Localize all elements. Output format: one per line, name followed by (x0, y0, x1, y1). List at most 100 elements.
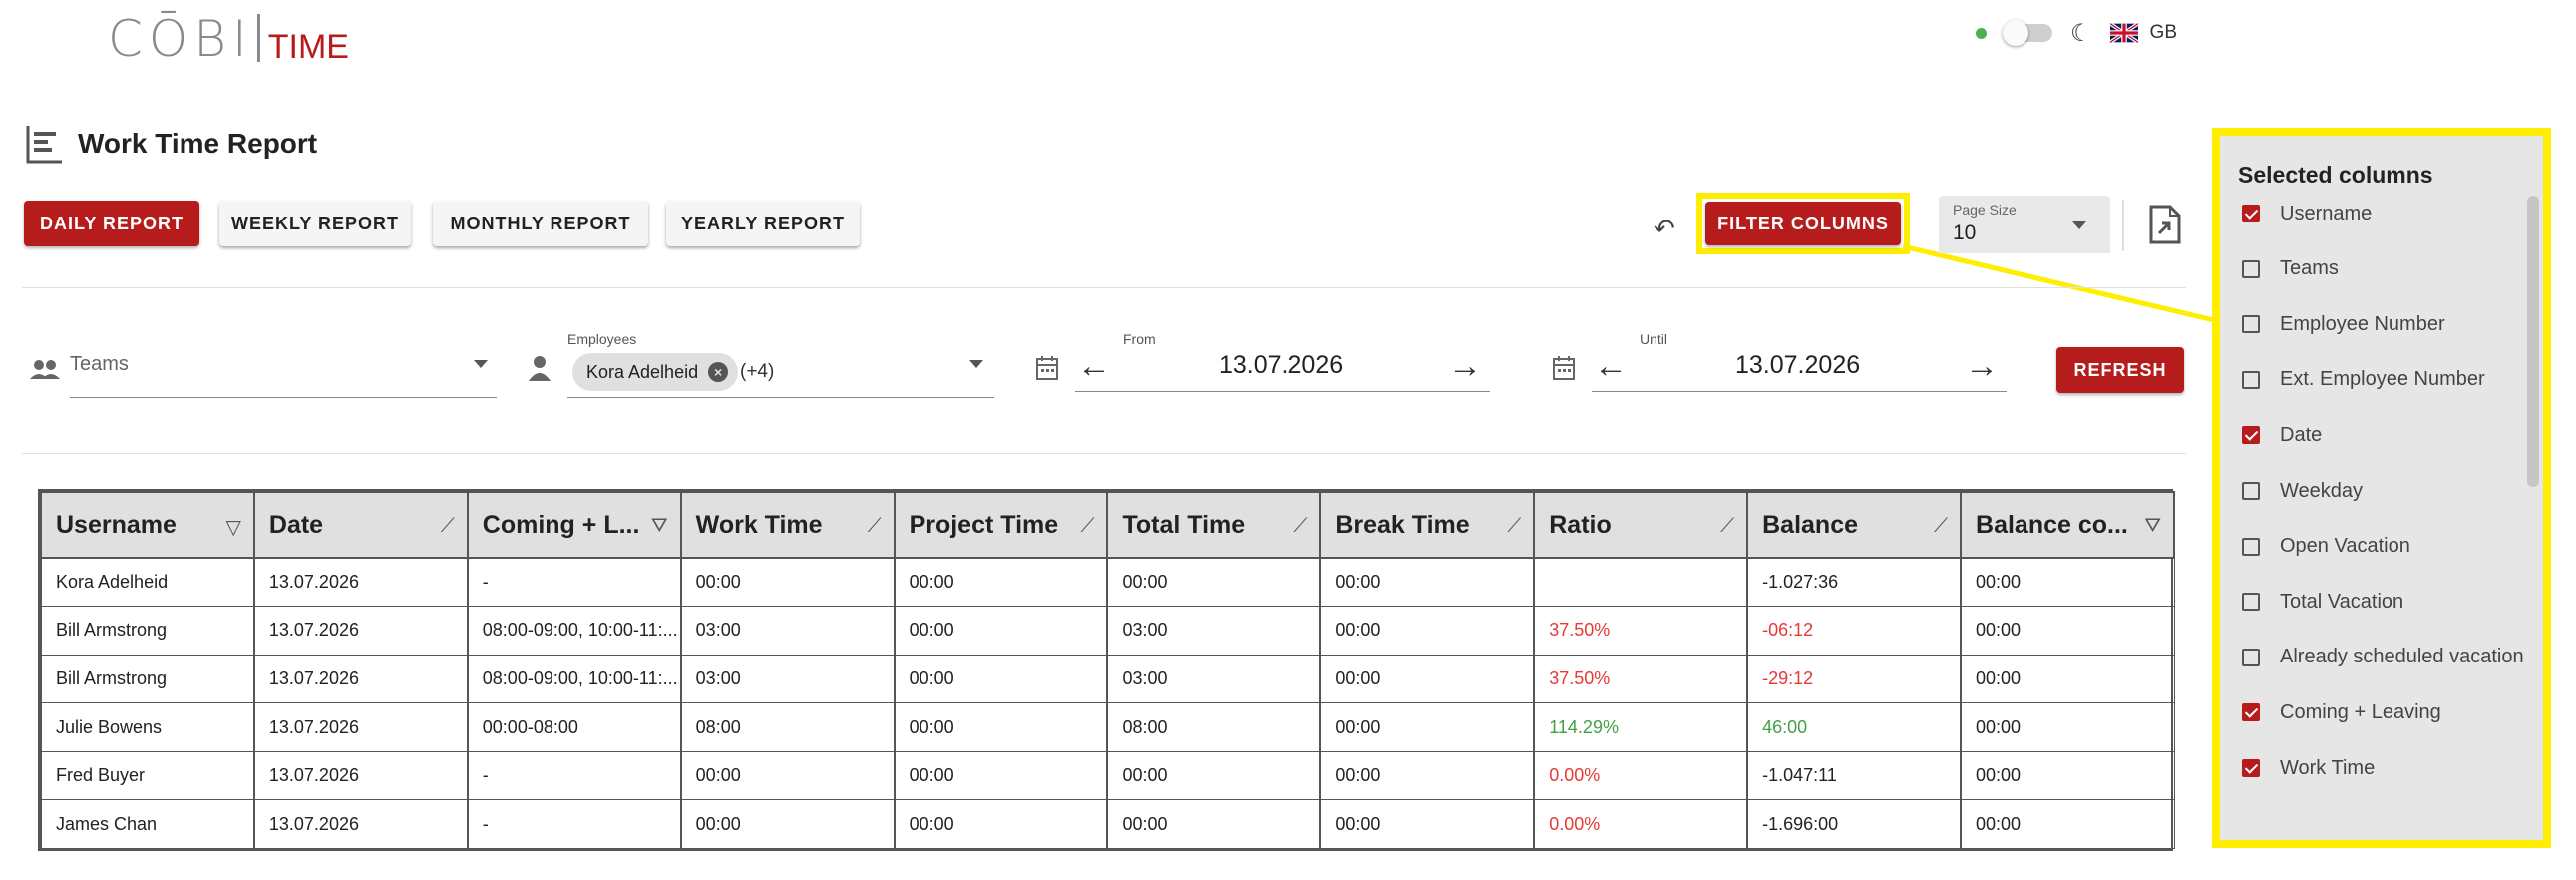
table-cell: -1.047:11 (1746, 750, 1962, 801)
uk-flag-icon[interactable] (2109, 23, 2138, 43)
table-cell: 13.07.2026 (252, 606, 469, 656)
table-cell: - (466, 750, 682, 801)
teams-select[interactable]: Teams (70, 353, 129, 376)
table-row[interactable]: Kora Adelheid 13.07.2026-00:00 00:00 00:00 0… (40, 557, 2175, 608)
checkbox-unchecked-icon[interactable] (2242, 537, 2260, 556)
app-logo[interactable]: CŌBI TIME (108, 8, 349, 64)
until-prev-arrow-icon[interactable]: ← (1594, 349, 1628, 383)
trend-icon[interactable]: ⟋ (1080, 515, 1094, 538)
trend-icon[interactable]: ⟋ (1293, 515, 1307, 538)
col-header-project-time[interactable]: Project Time ⟋ (893, 491, 1109, 559)
filter-columns-button[interactable]: FILTER COLUMNS (1705, 202, 1901, 245)
refresh-button[interactable]: REFRESH (2056, 347, 2184, 393)
trend-icon[interactable]: ⟋ (1720, 515, 1734, 538)
sort-down-icon[interactable]: ▽ (226, 515, 241, 540)
table-cell: - (466, 557, 682, 608)
table-cell: 00:00 (893, 654, 1108, 704)
checkbox-unchecked-icon[interactable] (2242, 259, 2260, 278)
teams-dropdown-icon[interactable] (474, 360, 488, 368)
weekly-report-button[interactable]: WEEKLY REPORT (219, 201, 411, 246)
col-header-coming-leaving[interactable]: Coming + L... ⛛ (466, 491, 682, 559)
table-cell: 00:00 (1319, 702, 1535, 752)
page-header: Work Time Report (24, 124, 317, 164)
table-cell: 13.07.2026 (252, 799, 469, 850)
until-underline (1592, 391, 2007, 392)
checkbox-checked-icon[interactable] (2242, 205, 2260, 222)
table-header-row: Username ▽ Date ⟋ Coming + L... ⛛ Work Time… (40, 491, 2175, 559)
page-size-select[interactable]: Page Size 10 (1939, 196, 2110, 253)
undo-icon[interactable]: ↶ (1654, 214, 1675, 244)
trend-icon[interactable]: ⟋ (441, 515, 455, 538)
col-header-username[interactable]: Username ▽ (40, 491, 255, 559)
col-header-work-time[interactable]: Work Time ⟋ (679, 491, 896, 559)
table-cell: 00:00 (679, 799, 896, 850)
table-row[interactable]: James Chan 13.07.2026-00:00 00:00 00:00 00:0… (40, 799, 2175, 850)
column-option[interactable]: Username (2242, 200, 2372, 227)
column-option[interactable]: Date (2242, 421, 2322, 449)
dark-mode-toggle[interactable] (2003, 20, 2053, 46)
table-cell: 08:00 (679, 702, 896, 752)
calendar-until-icon[interactable] (1552, 355, 1576, 381)
table-cell: 0.00% (1533, 799, 1748, 850)
chip-remove-icon[interactable]: × (708, 362, 729, 382)
col-header-label: Ratio (1549, 510, 1612, 539)
checkbox-checked-icon[interactable] (2242, 426, 2260, 445)
table-cell: 08:00 (1106, 702, 1321, 752)
until-next-arrow-icon[interactable]: → (1965, 349, 1999, 383)
checkbox-unchecked-icon[interactable] (2242, 315, 2260, 334)
column-option[interactable]: Open Vacation (2242, 533, 2410, 561)
column-option[interactable]: Coming + Leaving (2242, 698, 2441, 726)
filter-icon[interactable]: ⛛ (2144, 515, 2161, 538)
monthly-report-button[interactable]: MONTHLY REPORT (433, 201, 648, 246)
employee-chip[interactable]: Kora Adelheid × (572, 353, 739, 391)
checkbox-unchecked-icon[interactable] (2242, 482, 2260, 500)
from-next-arrow-icon[interactable]: → (1448, 349, 1482, 383)
column-option[interactable]: Total Vacation (2242, 588, 2403, 616)
table-cell: 00:00 (1960, 799, 2175, 850)
trend-icon[interactable]: ⟋ (1507, 515, 1521, 538)
col-header-break-time[interactable]: Break Time ⟋ (1319, 491, 1536, 559)
col-header-ratio[interactable]: Ratio ⟋ (1533, 491, 1749, 559)
checkbox-checked-icon[interactable] (2242, 759, 2260, 777)
table-row[interactable]: Bill Armstrong 13.07.2026 08:00-09:00, 10:… (40, 654, 2175, 704)
language-code[interactable]: GB (2150, 22, 2177, 44)
col-header-balance[interactable]: Balance ⟋ (1746, 491, 1963, 559)
col-header-balance-correction[interactable]: Balance co... ⛛ (1960, 491, 2175, 559)
filter-icon[interactable]: ⛛ (651, 515, 668, 538)
from-date-input[interactable]: 13.07.2026 (1219, 351, 1343, 380)
column-option[interactable]: Already scheduled vacation (2242, 644, 2524, 671)
column-option[interactable]: Employee Number (2242, 310, 2445, 338)
calendar-from-icon[interactable] (1035, 355, 1059, 381)
col-header-label: Total Time (1122, 510, 1246, 539)
panel-scrollbar[interactable] (2527, 196, 2539, 487)
export-file-icon[interactable] (2148, 205, 2182, 244)
table-row[interactable]: Fred Buyer 13.07.2026-00:00 00:00 00:00 00:0… (40, 750, 2175, 801)
from-prev-arrow-icon[interactable]: ← (1077, 349, 1111, 383)
checkbox-unchecked-icon[interactable] (2242, 370, 2260, 389)
column-option[interactable]: Teams (2242, 255, 2339, 283)
col-header-date[interactable]: Date ⟋ (252, 491, 469, 559)
table-cell: 00:00 (1960, 557, 2175, 608)
checkbox-checked-icon[interactable] (2242, 703, 2260, 722)
checkbox-unchecked-icon[interactable] (2242, 593, 2260, 612)
column-option[interactable]: Work Time (2242, 754, 2375, 782)
column-option-label: Date (2280, 423, 2323, 446)
table-cell: 00:00 (893, 750, 1108, 801)
yearly-report-button[interactable]: YEARLY REPORT (666, 201, 860, 246)
trend-icon[interactable]: ⟋ (1934, 515, 1948, 538)
checkbox-unchecked-icon[interactable] (2242, 648, 2260, 666)
col-header-total-time[interactable]: Total Time ⟋ (1106, 491, 1322, 559)
divider-top (22, 287, 2186, 288)
table-row[interactable]: Bill Armstrong 13.07.2026 08:00-09:00, 10:… (40, 606, 2175, 656)
column-option[interactable]: Weekday (2242, 477, 2363, 505)
until-date-input[interactable]: 13.07.2026 (1735, 351, 1860, 380)
table-cell: 114.29% (1533, 702, 1748, 752)
daily-report-button[interactable]: DAILY REPORT (24, 201, 199, 246)
trend-icon[interactable]: ⟋ (868, 515, 882, 538)
table-cell: 13.07.2026 (252, 557, 469, 608)
col-header-label: Work Time (695, 510, 823, 539)
table-row[interactable]: Julie Bowens 13.07.2026 00:00-08:00 08:00 00… (40, 702, 2175, 752)
column-option[interactable]: Ext. Employee Number (2242, 366, 2485, 394)
table-cell: 00:00 (1960, 750, 2175, 801)
employees-dropdown-icon[interactable] (969, 360, 983, 368)
